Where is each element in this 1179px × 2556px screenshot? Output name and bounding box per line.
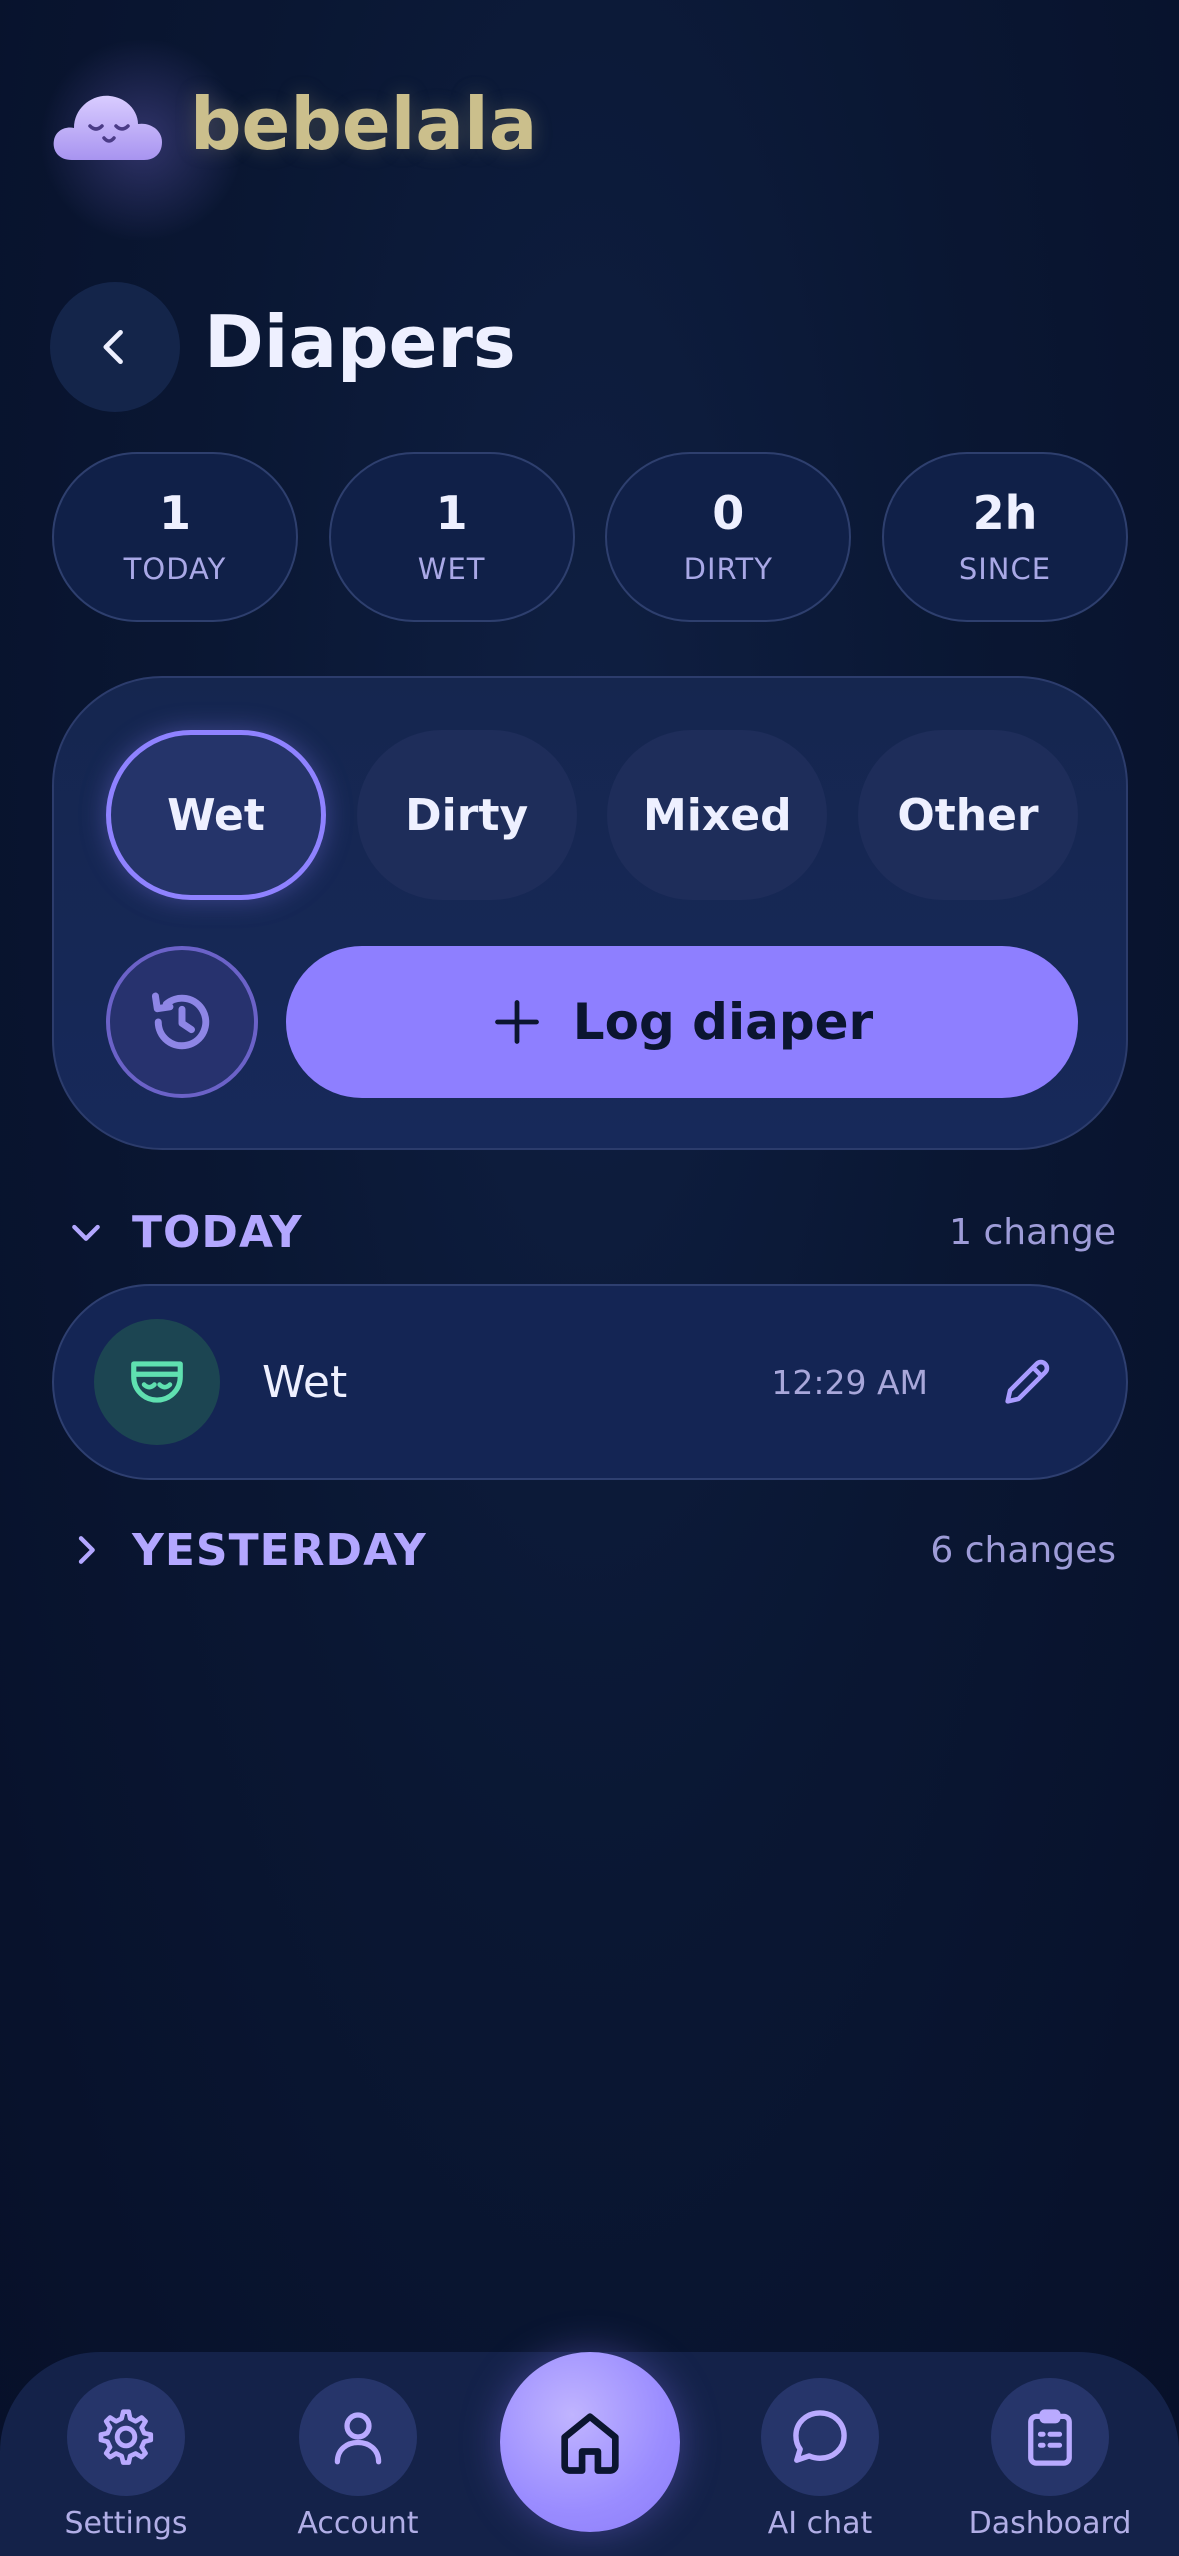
type-wet-button[interactable]: Wet bbox=[106, 730, 326, 900]
type-dirty-button[interactable]: Dirty bbox=[356, 730, 577, 900]
chevron-down-icon bbox=[72, 1224, 100, 1241]
entry-time: 12:29 AM bbox=[771, 1362, 928, 1402]
stat-value: 2h bbox=[972, 485, 1038, 540]
log-diaper-label: Log diaper bbox=[572, 993, 874, 1051]
nav-icon-circle bbox=[299, 2378, 417, 2496]
chat-bubble-icon bbox=[793, 2410, 847, 2463]
stat-value: 1 bbox=[158, 485, 191, 540]
diaper-icon bbox=[131, 1361, 183, 1403]
pencil-icon bbox=[1005, 1359, 1050, 1404]
nav-label: Settings bbox=[64, 2506, 188, 2541]
stat-dirty: 0 DIRTY bbox=[605, 452, 852, 622]
stat-label: SINCE bbox=[958, 552, 1052, 587]
entry-type: Wet bbox=[262, 1356, 348, 1408]
home-icon bbox=[561, 2413, 619, 2474]
nav-settings[interactable]: Settings bbox=[36, 2378, 216, 2541]
page-title: Diapers bbox=[204, 300, 516, 384]
back-button[interactable] bbox=[50, 282, 180, 412]
nav-label: Dashboard bbox=[968, 2506, 1132, 2541]
stats-row: 1 TODAY 1 WET 0 DIRTY 2h SINCE bbox=[52, 452, 1128, 622]
type-other-button[interactable]: Other bbox=[857, 730, 1078, 900]
section-today-header[interactable]: TODAY 1 change bbox=[66, 1202, 1116, 1262]
nav-ai-chat[interactable]: AI chat bbox=[730, 2378, 910, 2541]
plus-icon bbox=[494, 1000, 539, 1044]
clipboard-icon bbox=[1028, 2409, 1072, 2466]
edit-entry-button[interactable] bbox=[992, 1347, 1062, 1417]
cloud-mascot-icon bbox=[53, 95, 162, 160]
app-name: bebelala bbox=[190, 82, 538, 166]
section-count: 1 change bbox=[949, 1211, 1116, 1253]
stat-label: DIRTY bbox=[683, 552, 773, 587]
chevron-right-icon bbox=[78, 1536, 95, 1564]
stat-today: 1 TODAY bbox=[52, 452, 298, 622]
history-button[interactable] bbox=[106, 946, 258, 1098]
home-button[interactable] bbox=[500, 2352, 680, 2532]
stat-value: 1 bbox=[435, 485, 468, 540]
stat-wet: 1 WET bbox=[328, 452, 575, 622]
nav-icon-circle bbox=[67, 2378, 185, 2496]
section-count: 6 changes bbox=[930, 1529, 1116, 1571]
section-title: TODAY bbox=[132, 1206, 303, 1258]
nav-dashboard[interactable]: Dashboard bbox=[960, 2378, 1140, 2541]
stat-value: 0 bbox=[712, 485, 745, 540]
diaper-type-selector: Wet Dirty Mixed Other bbox=[106, 730, 1078, 900]
log-diaper-card: Wet Dirty Mixed Other Log diaper bbox=[52, 676, 1128, 1150]
chevron-left-icon bbox=[103, 329, 123, 365]
gear-icon bbox=[98, 2409, 154, 2465]
user-icon bbox=[334, 2412, 382, 2465]
stat-since: 2h SINCE bbox=[881, 452, 1128, 622]
nav-account[interactable]: Account bbox=[268, 2378, 448, 2541]
nav-icon-circle bbox=[761, 2378, 879, 2496]
entry-icon-badge bbox=[94, 1319, 220, 1445]
app-logo: bebelala bbox=[22, 40, 538, 240]
nav-label: AI chat bbox=[767, 2506, 873, 2541]
type-mixed-button[interactable]: Mixed bbox=[607, 730, 828, 900]
stat-label: TODAY bbox=[123, 552, 227, 587]
section-yesterday-header[interactable]: YESTERDAY 6 changes bbox=[66, 1520, 1116, 1580]
diaper-entry[interactable]: Wet 12:29 AM bbox=[52, 1284, 1128, 1480]
log-diaper-button[interactable]: Log diaper bbox=[286, 946, 1078, 1098]
history-icon bbox=[151, 992, 210, 1050]
stat-label: WET bbox=[417, 552, 486, 587]
nav-icon-circle bbox=[991, 2378, 1109, 2496]
section-title: YESTERDAY bbox=[132, 1524, 427, 1576]
nav-label: Account bbox=[297, 2506, 419, 2541]
